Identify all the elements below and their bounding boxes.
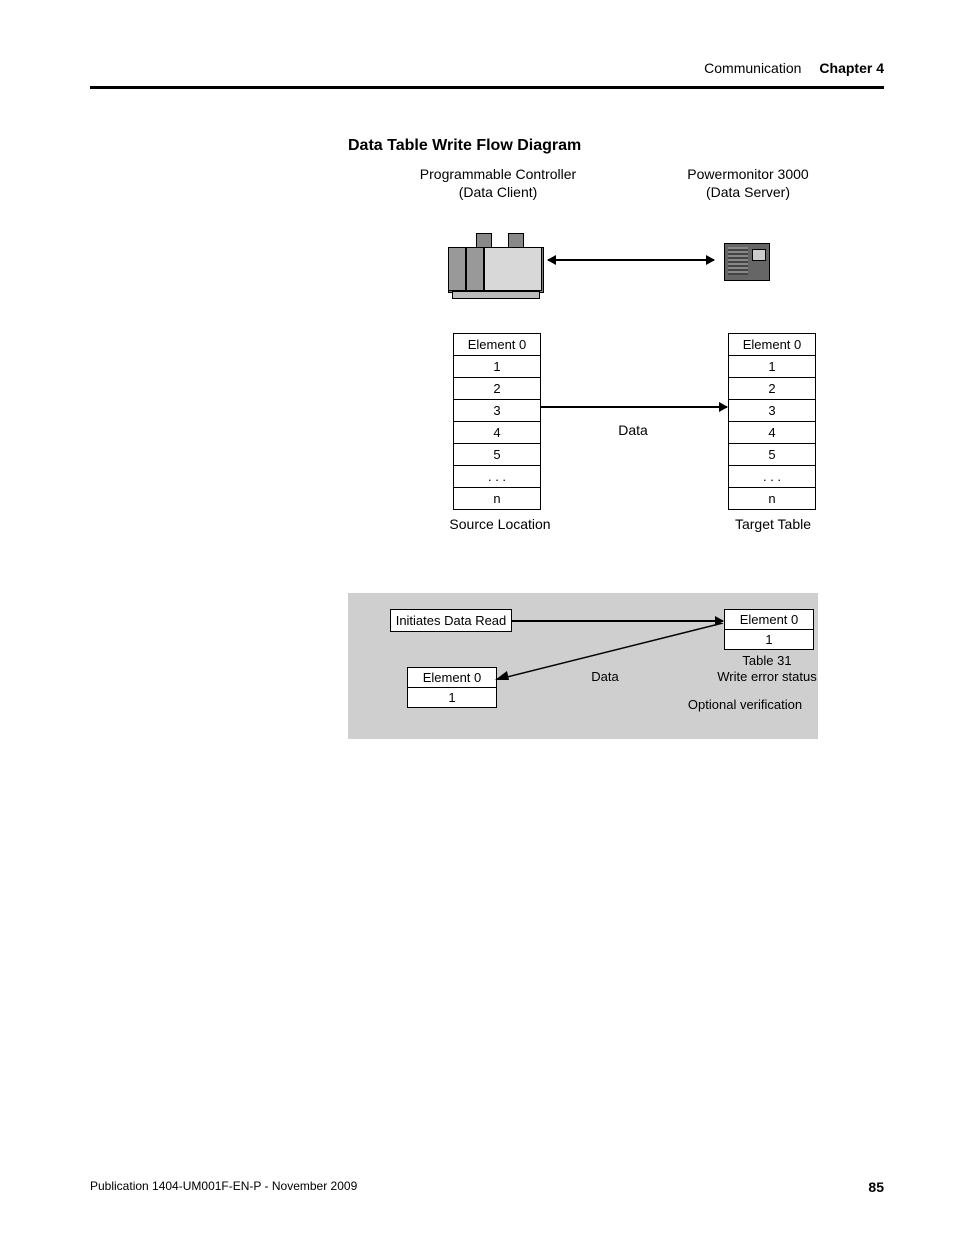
error-label-line2: Write error status — [717, 669, 816, 684]
table-row: 5 — [729, 444, 816, 466]
target-table: Element 0 1 2 3 4 5 . . . n — [728, 333, 816, 510]
table-row: Element 0 — [725, 610, 814, 630]
table-row: 2 — [729, 378, 816, 400]
table-row: 2 — [454, 378, 541, 400]
table-row: 3 — [729, 400, 816, 422]
read-arrow-icon — [512, 620, 723, 622]
return-table: Element 0 1 — [407, 667, 497, 708]
table-row: 1 — [408, 688, 497, 708]
header-chapter: Chapter 4 — [819, 60, 884, 76]
table-row: Element 0 — [408, 668, 497, 688]
table-row: n — [729, 488, 816, 510]
table-row: 5 — [454, 444, 541, 466]
table-row: Element 0 — [729, 334, 816, 356]
table-row: . . . — [729, 466, 816, 488]
header-rule — [90, 86, 884, 89]
server-label-line2: (Data Server) — [706, 184, 790, 200]
table-row: 1 — [725, 630, 814, 650]
bidirectional-arrow-icon — [548, 259, 714, 261]
verification-panel: Initiates Data Read Element 0 1 Table 31… — [348, 593, 818, 739]
server-label: Powermonitor 3000 (Data Server) — [658, 165, 838, 201]
section-title: Data Table Write Flow Diagram — [348, 137, 884, 155]
table-row: 3 — [454, 400, 541, 422]
client-label: Programmable Controller (Data Client) — [408, 165, 588, 201]
error-table: Element 0 1 — [724, 609, 814, 650]
publication-id: Publication 1404-UM001F-EN-P - November … — [90, 1179, 357, 1195]
client-label-line2: (Data Client) — [459, 184, 538, 200]
table-row: 1 — [729, 356, 816, 378]
page-number: 85 — [868, 1179, 884, 1195]
header-section: Communication — [704, 60, 801, 76]
source-caption: Source Location — [440, 515, 560, 533]
plc-icon — [448, 233, 542, 299]
page-footer: Publication 1404-UM001F-EN-P - November … — [90, 1179, 884, 1195]
optional-label: Optional verification — [670, 697, 820, 713]
initiates-box: Initiates Data Read — [390, 609, 512, 632]
client-label-line1: Programmable Controller — [420, 166, 576, 182]
panel-data-label: Data — [580, 669, 630, 685]
powermonitor-icon — [718, 235, 774, 283]
flow-diagram: Programmable Controller (Data Client) Po… — [348, 165, 818, 565]
table-row: . . . — [454, 466, 541, 488]
table-row: n — [454, 488, 541, 510]
server-label-line1: Powermonitor 3000 — [687, 166, 808, 182]
target-caption: Target Table — [718, 515, 828, 533]
data-arrow-icon — [541, 406, 727, 408]
table-row: Element 0 — [454, 334, 541, 356]
source-table: Element 0 1 2 3 4 5 . . . n — [453, 333, 541, 510]
table-row: 4 — [729, 422, 816, 444]
table-row: 4 — [454, 422, 541, 444]
error-label-line1: Table 31 — [742, 653, 791, 668]
table-row: 1 — [454, 356, 541, 378]
data-label: Data — [603, 421, 663, 439]
page-header: Communication Chapter 4 — [90, 60, 884, 76]
